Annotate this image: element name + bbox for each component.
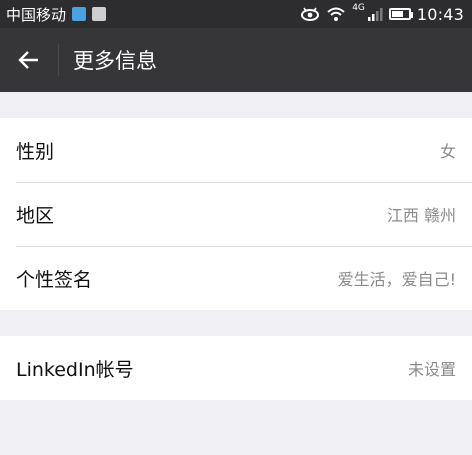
linkedin-row[interactable]: LinkedIn帐号 未设置 <box>0 336 472 400</box>
battery-icon <box>388 8 413 20</box>
status-bar: 中国移动 4G 10:43 <box>0 0 472 28</box>
region-row[interactable]: 地区 江西 赣州 <box>0 182 472 246</box>
navbar: 更多信息 <box>0 28 472 92</box>
status-left: 中国移动 <box>6 4 107 25</box>
linkedin-value: 未设置 <box>407 360 456 379</box>
status-time: 10:43 <box>416 4 464 24</box>
signature-row[interactable]: 个性签名 爱生活，爱自己! <box>0 246 472 310</box>
back-button[interactable] <box>0 28 58 92</box>
signal-icon <box>367 8 383 21</box>
arrow-left-icon <box>18 51 38 69</box>
region-label: 地区 <box>16 204 55 227</box>
linkedin-label: LinkedIn帐号 <box>16 358 134 381</box>
network-type: 4G <box>352 3 365 13</box>
app-notification-icon <box>72 7 87 21</box>
profile-info-group: 性别 女 地区 江西 赣州 个性签名 爱生活，爱自己! <box>0 118 472 310</box>
wifi-icon <box>327 7 345 21</box>
nav-divider <box>58 44 59 76</box>
carrier-name: 中国移动 <box>6 5 67 24</box>
eye-icon <box>301 7 320 21</box>
gender-label: 性别 <box>16 140 55 163</box>
gender-row[interactable]: 性别 女 <box>0 118 472 182</box>
page-title: 更多信息 <box>73 49 157 73</box>
signature-value: 爱生活，爱自己! <box>337 270 456 289</box>
battery-level <box>391 11 403 17</box>
gender-value: 女 <box>439 142 456 161</box>
signature-label: 个性签名 <box>16 268 93 291</box>
status-right: 4G 10:43 <box>300 3 464 24</box>
image-notification-icon <box>92 7 107 21</box>
linkedin-group: LinkedIn帐号 未设置 <box>0 336 472 400</box>
region-value: 江西 赣州 <box>386 206 456 225</box>
